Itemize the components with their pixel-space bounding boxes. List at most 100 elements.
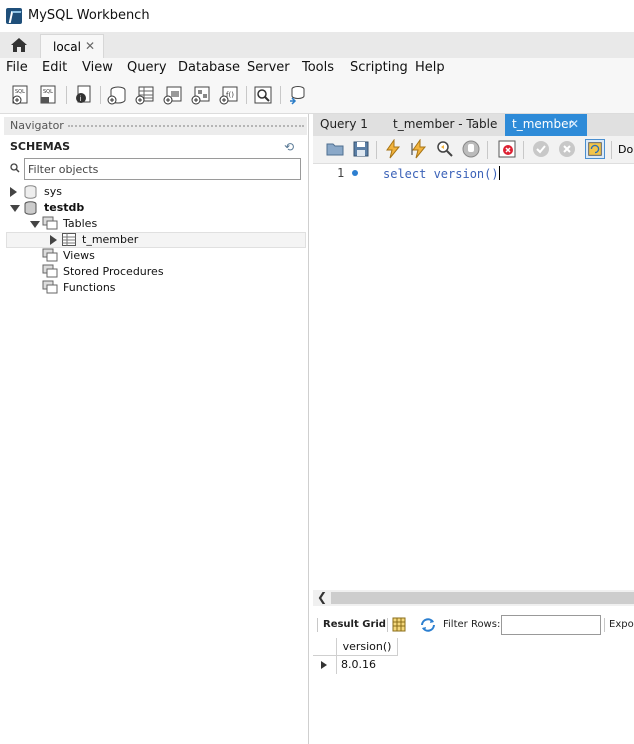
database-icon [24, 201, 37, 215]
open-folder-icon[interactable] [325, 139, 345, 159]
views-folder-icon [42, 248, 58, 262]
tree-label-views: Views [63, 249, 95, 262]
tree-item-tables[interactable]: Tables [30, 216, 230, 232]
database-icon [24, 185, 37, 199]
stop-icon[interactable] [461, 139, 481, 159]
collapse-arrow-icon[interactable] [10, 205, 20, 212]
menu-file[interactable]: File [6, 60, 28, 75]
menu-bar: File Edit View Query Database Server Too… [0, 58, 634, 78]
scroll-left-arrow-icon[interactable]: ❮ [317, 590, 327, 604]
tree-item-stored-procedures[interactable]: Stored Procedures [42, 264, 242, 280]
reconnect-icon[interactable] [286, 84, 308, 106]
connection-tab-strip: local ✕ [0, 32, 634, 58]
result-toolbar: Result Grid Filter Rows: Expo [313, 614, 634, 636]
refresh-icon[interactable]: ⟲ [284, 140, 294, 154]
toolbar-separator [387, 618, 388, 632]
tree-item-sys[interactable]: sys [10, 184, 210, 200]
home-tab[interactable] [0, 32, 38, 58]
toolbar-separator [611, 141, 612, 159]
editor-toolbar: Do [313, 136, 634, 164]
tab-t-member-table[interactable]: t_member - Table [385, 114, 505, 136]
collapse-arrow-icon[interactable] [30, 221, 40, 228]
code-text: select version() [383, 167, 499, 181]
new-sql-tab-icon[interactable]: SQL [10, 84, 32, 106]
menu-tools[interactable]: Tools [302, 60, 334, 75]
navigator-header: Navigator [4, 117, 307, 135]
execute-current-statement-icon[interactable] [409, 139, 429, 159]
filter-rows-input[interactable] [501, 615, 601, 635]
drag-handle[interactable] [68, 125, 304, 128]
commit-icon[interactable] [531, 139, 551, 159]
text-cursor [498, 166, 500, 180]
rollback-icon[interactable] [557, 139, 577, 159]
menu-help[interactable]: Help [415, 60, 445, 75]
execute-icon[interactable] [383, 139, 403, 159]
connection-tab-local[interactable]: local ✕ [40, 34, 104, 58]
tab-t-member[interactable]: t_member ✕ [505, 114, 587, 136]
scrollbar-thumb[interactable] [331, 592, 634, 604]
tree-item-functions[interactable]: Functions [42, 280, 242, 296]
result-grid: version() 8.0.16 [313, 638, 634, 678]
schemas-label: SCHEMAS [10, 140, 71, 153]
svg-text:SQL: SQL [15, 89, 25, 95]
tab-label: t_member - Table [393, 117, 498, 131]
main-toolbar: SQL SQL i f() [0, 78, 634, 114]
toggle-continue-on-error-icon[interactable] [497, 139, 517, 159]
menu-view[interactable]: View [82, 60, 113, 75]
open-sql-script-icon[interactable]: SQL [38, 84, 60, 106]
svg-text:SQL: SQL [43, 89, 53, 95]
mysql-workbench-logo-icon [6, 8, 22, 24]
tree-label-functions: Functions [63, 281, 116, 294]
create-procedure-icon[interactable] [190, 84, 212, 106]
title-bar: MySQL Workbench [0, 0, 634, 32]
filter-objects-input[interactable] [24, 158, 301, 180]
code-line: select version() [383, 166, 500, 181]
home-icon [11, 38, 27, 52]
menu-database[interactable]: Database [178, 60, 240, 75]
search-table-data-icon[interactable] [252, 84, 274, 106]
toolbar-separator [376, 141, 377, 159]
tab-label: Query 1 [320, 117, 368, 131]
create-schema-icon[interactable] [106, 84, 128, 106]
menu-scripting[interactable]: Scripting [350, 60, 408, 75]
result-grid-label[interactable]: Result Grid [323, 619, 386, 630]
toolbar-separator [100, 86, 101, 104]
tab-query-1[interactable]: Query 1 [313, 114, 385, 136]
limit-rows-dropdown[interactable]: Do [618, 143, 633, 156]
tree-item-views[interactable]: Views [42, 248, 242, 264]
tree-label-stored-procedures: Stored Procedures [63, 265, 164, 278]
create-view-icon[interactable] [162, 84, 184, 106]
row-selector-arrow-icon[interactable] [313, 656, 337, 674]
search-icon [10, 163, 20, 173]
grid-cell-version-value[interactable]: 8.0.16 [341, 658, 376, 671]
close-icon[interactable]: ✕ [569, 117, 579, 131]
export-button[interactable]: Expo [609, 619, 634, 630]
horizontal-scrollbar[interactable]: ❮ [313, 590, 634, 606]
tab-label: t_member [512, 117, 574, 131]
toolbar-separator [487, 141, 488, 159]
toolbar-separator [523, 141, 524, 159]
save-icon[interactable] [351, 139, 371, 159]
table-icon [62, 233, 76, 246]
explain-icon[interactable] [435, 139, 455, 159]
sql-editor-area: Query 1 t_member - Table t_member ✕ Do 1… [313, 114, 634, 744]
menu-edit[interactable]: Edit [42, 60, 67, 75]
expand-arrow-icon[interactable] [50, 235, 57, 245]
menu-server[interactable]: Server [247, 60, 290, 75]
expand-arrow-icon[interactable] [10, 187, 17, 197]
column-header-version[interactable]: version() [337, 638, 398, 656]
refresh-icon[interactable] [419, 617, 437, 633]
procedures-folder-icon [42, 264, 58, 278]
inspector-icon[interactable]: i [72, 84, 94, 106]
menu-query[interactable]: Query [127, 60, 167, 75]
toolbar-separator [317, 618, 318, 632]
tree-item-t-member[interactable]: t_member [48, 232, 248, 248]
auto-commit-icon[interactable] [585, 139, 605, 159]
create-table-icon[interactable] [134, 84, 156, 106]
create-function-icon[interactable]: f() [218, 84, 240, 106]
tree-item-testdb[interactable]: testdb [10, 200, 210, 216]
sql-code-editor[interactable]: 1 select version() [313, 164, 634, 590]
tree-label-testdb: testdb [44, 201, 85, 214]
close-icon[interactable]: ✕ [85, 39, 95, 53]
grid-layout-icon[interactable] [392, 617, 406, 632]
